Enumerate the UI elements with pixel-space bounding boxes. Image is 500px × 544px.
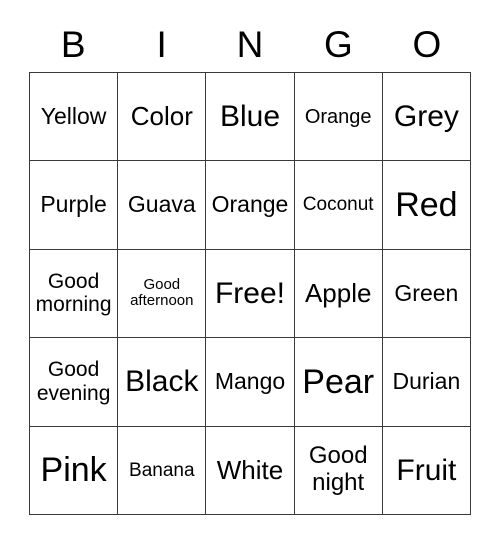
- bingo-cell-label: Durian: [392, 368, 461, 395]
- header-letter-n: N: [236, 23, 264, 65]
- bingo-cell[interactable]: Mango: [206, 338, 295, 427]
- bingo-cell[interactable]: Good afternoon: [118, 249, 207, 339]
- bingo-cell[interactable]: Green: [382, 249, 471, 339]
- bingo-cell[interactable]: Pink: [30, 426, 119, 515]
- bingo-cell-label: Yellow: [40, 102, 107, 129]
- bingo-card: B I N G O Yellow Color Blue Orange Grey Purpl…: [0, 0, 500, 544]
- header-letter-i: I: [156, 23, 167, 65]
- bingo-cell[interactable]: Banana: [118, 426, 207, 515]
- bingo-cell[interactable]: Purple: [30, 161, 119, 250]
- bingo-cell[interactable]: Durian: [382, 338, 471, 427]
- bingo-cell-label: Good morning: [35, 269, 112, 317]
- bingo-grid: Yellow Color Blue Orange Grey Purple Guava Oran…: [29, 72, 471, 515]
- bingo-cell-label: Good afternoon: [130, 275, 194, 310]
- bingo-cell-label: Good night: [308, 442, 368, 497]
- header-letter-o: O: [412, 23, 442, 65]
- bingo-cell-label: Coconut: [302, 194, 374, 216]
- bingo-cell[interactable]: Orange: [294, 73, 383, 162]
- bingo-cell-label: Green: [394, 279, 459, 306]
- bingo-cell-label: Guava: [127, 191, 196, 218]
- bingo-cell-label: Pink: [40, 451, 107, 490]
- bingo-cell-label: Mango: [214, 368, 286, 395]
- bingo-cell-label: Grey: [393, 99, 459, 133]
- bingo-cell-label: Red: [395, 186, 458, 225]
- bingo-cell-free[interactable]: Free!: [206, 249, 295, 339]
- bingo-cell[interactable]: Red: [382, 161, 471, 250]
- bingo-cell[interactable]: Blue: [206, 73, 295, 162]
- bingo-cell-label: Color: [130, 101, 193, 132]
- bingo-cell[interactable]: Yellow: [30, 73, 119, 162]
- bingo-cell[interactable]: Good morning: [30, 249, 119, 339]
- bingo-cell[interactable]: Orange: [206, 161, 295, 250]
- bingo-cell-label: Banana: [129, 459, 195, 481]
- bingo-cell[interactable]: Grey: [382, 73, 471, 162]
- bingo-cell-label: White: [216, 454, 284, 485]
- bingo-cell[interactable]: Black: [118, 338, 207, 427]
- bingo-cell[interactable]: Color: [118, 73, 207, 162]
- bingo-cell[interactable]: Good night: [294, 426, 383, 515]
- bingo-cell[interactable]: Fruit: [382, 426, 471, 515]
- bingo-cell-label: Fruit: [396, 453, 457, 487]
- bingo-cell-label: Black: [125, 365, 199, 399]
- bingo-cell-label: Blue: [219, 99, 281, 133]
- bingo-cell-label: Apple: [304, 277, 372, 308]
- bingo-cell[interactable]: Guava: [118, 161, 207, 250]
- bingo-cell[interactable]: Good evening: [30, 338, 119, 427]
- bingo-cell-label: Free!: [214, 276, 285, 310]
- bingo-cell-label: Good evening: [36, 358, 111, 405]
- bingo-cell-label: Orange: [304, 105, 372, 128]
- header-letter-g: G: [324, 23, 353, 65]
- bingo-cell-label: Orange: [211, 191, 289, 218]
- bingo-cell-label: Pear: [302, 362, 375, 401]
- bingo-header-row: B I N G O: [29, 18, 471, 70]
- bingo-cell[interactable]: Apple: [294, 249, 383, 339]
- bingo-cell[interactable]: White: [206, 426, 295, 515]
- bingo-cell[interactable]: Pear: [294, 338, 383, 427]
- bingo-cell-label: Purple: [40, 191, 107, 218]
- bingo-cell[interactable]: Coconut: [294, 161, 383, 250]
- header-letter-b: B: [60, 23, 86, 65]
